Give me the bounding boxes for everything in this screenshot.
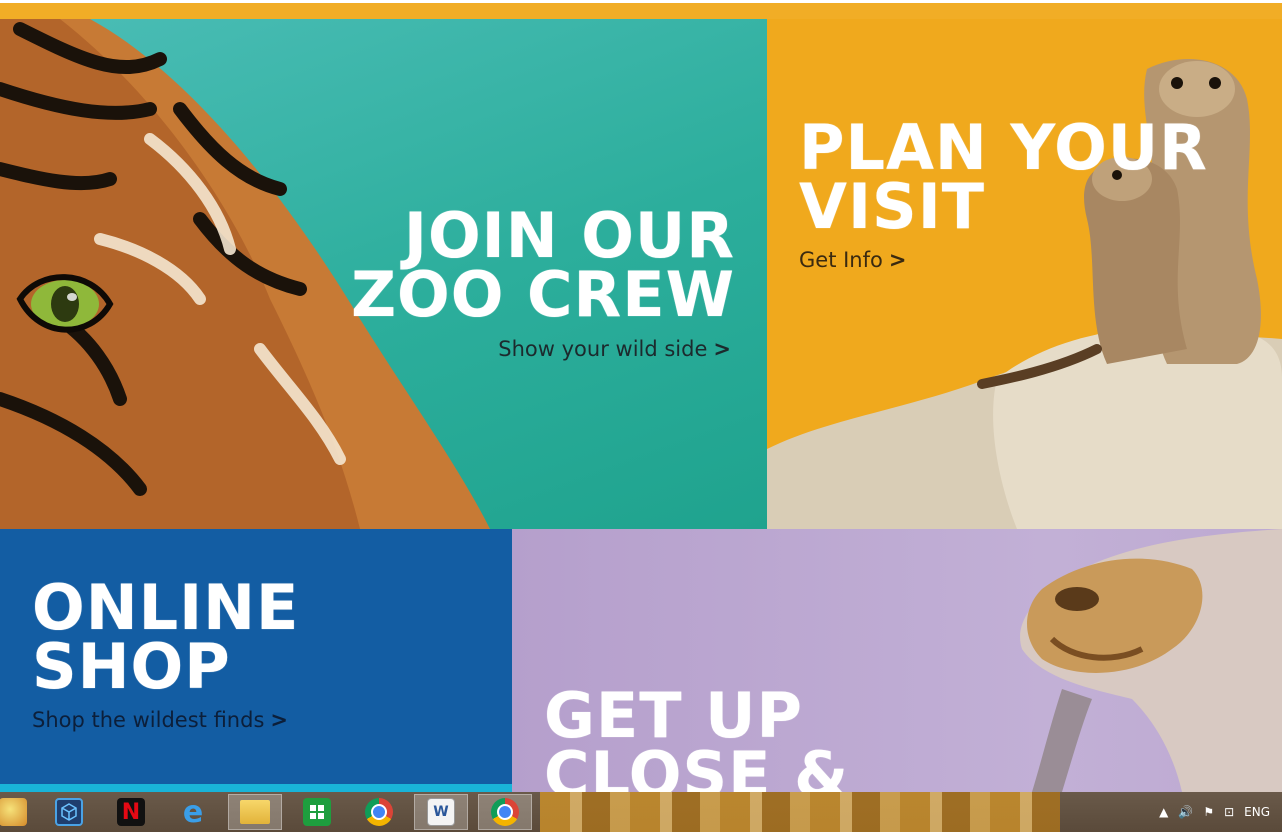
network-icon[interactable]: ⊡ xyxy=(1224,805,1234,819)
taskbar-netflix[interactable]: N xyxy=(104,794,158,830)
action-center-flag-icon[interactable]: ⚑ xyxy=(1203,805,1214,819)
shop-wildest-finds-link[interactable]: Shop the wildest finds > xyxy=(32,708,288,732)
volume-icon[interactable]: 🔊 xyxy=(1178,805,1193,819)
chevron-right-icon: > xyxy=(888,248,907,272)
visit-headline: PLAN YOUR VISIT xyxy=(799,117,1219,243)
paint-icon xyxy=(0,798,27,826)
taskbar-store[interactable] xyxy=(290,794,344,830)
giraffe-image xyxy=(1020,529,1282,792)
shop-headline-line2: SHOP xyxy=(32,629,231,703)
chevron-right-icon: > xyxy=(270,708,288,732)
taskbar-paint[interactable] xyxy=(0,794,40,830)
visit-headline-line2: VISIT xyxy=(799,169,986,243)
taskbar-word[interactable]: W xyxy=(414,794,468,830)
system-tray: ▲ 🔊 ⚑ ⊡ ENG xyxy=(1159,792,1282,832)
close-headline: GET UP CLOSE & xyxy=(544,685,964,792)
get-info-label: Get Info xyxy=(799,248,883,272)
taskbar-chrome[interactable] xyxy=(352,794,406,830)
shop-headline: ONLINE SHOP xyxy=(32,577,452,703)
taskbar-internet-explorer[interactable]: e xyxy=(166,794,220,830)
taskbar: N e W ▲ 🔊 ⚑ ⊡ ENG xyxy=(0,792,1282,832)
file-explorer-icon xyxy=(240,800,270,824)
netflix-icon: N xyxy=(117,798,145,826)
get-up-close-tile[interactable]: GET UP CLOSE & xyxy=(512,529,1282,792)
language-indicator[interactable]: ENG xyxy=(1244,805,1270,819)
internet-explorer-icon: e xyxy=(182,794,204,830)
taskbar-file-explorer[interactable] xyxy=(228,794,282,830)
word-icon: W xyxy=(427,798,455,826)
chevron-right-icon: > xyxy=(713,337,731,361)
crew-headline-line2: ZOO CREW xyxy=(351,257,735,331)
show-hidden-icons-icon[interactable]: ▲ xyxy=(1159,805,1168,819)
top-band xyxy=(0,0,1282,19)
show-wild-side-label: Show your wild side xyxy=(498,337,708,361)
shop-accent-line xyxy=(0,784,512,792)
meerkat-image xyxy=(767,59,1282,529)
crew-headline: JOIN OUR ZOO CREW xyxy=(315,205,735,331)
app-cube-icon xyxy=(55,798,83,826)
top-stripe xyxy=(0,3,1282,19)
taskbar-chrome-profile[interactable] xyxy=(478,794,532,830)
chrome-icon xyxy=(365,798,393,826)
join-zoo-crew-tile[interactable]: JOIN OUR ZOO CREW Show your wild side > xyxy=(0,19,767,529)
plan-your-visit-tile[interactable]: PLAN YOUR VISIT Get Info > xyxy=(767,19,1282,529)
desktop-wallpaper-strip xyxy=(540,792,1060,832)
show-wild-side-link[interactable]: Show your wild side > xyxy=(498,337,731,361)
online-shop-tile[interactable]: ONLINE SHOP Shop the wildest finds > xyxy=(0,529,512,792)
get-info-link[interactable]: Get Info > xyxy=(799,248,906,272)
chrome-profile-icon xyxy=(491,798,519,826)
store-icon xyxy=(303,798,331,826)
taskbar-app-cube[interactable] xyxy=(42,794,96,830)
shop-wildest-finds-label: Shop the wildest finds xyxy=(32,708,265,732)
close-headline-line2: CLOSE & xyxy=(544,737,850,792)
